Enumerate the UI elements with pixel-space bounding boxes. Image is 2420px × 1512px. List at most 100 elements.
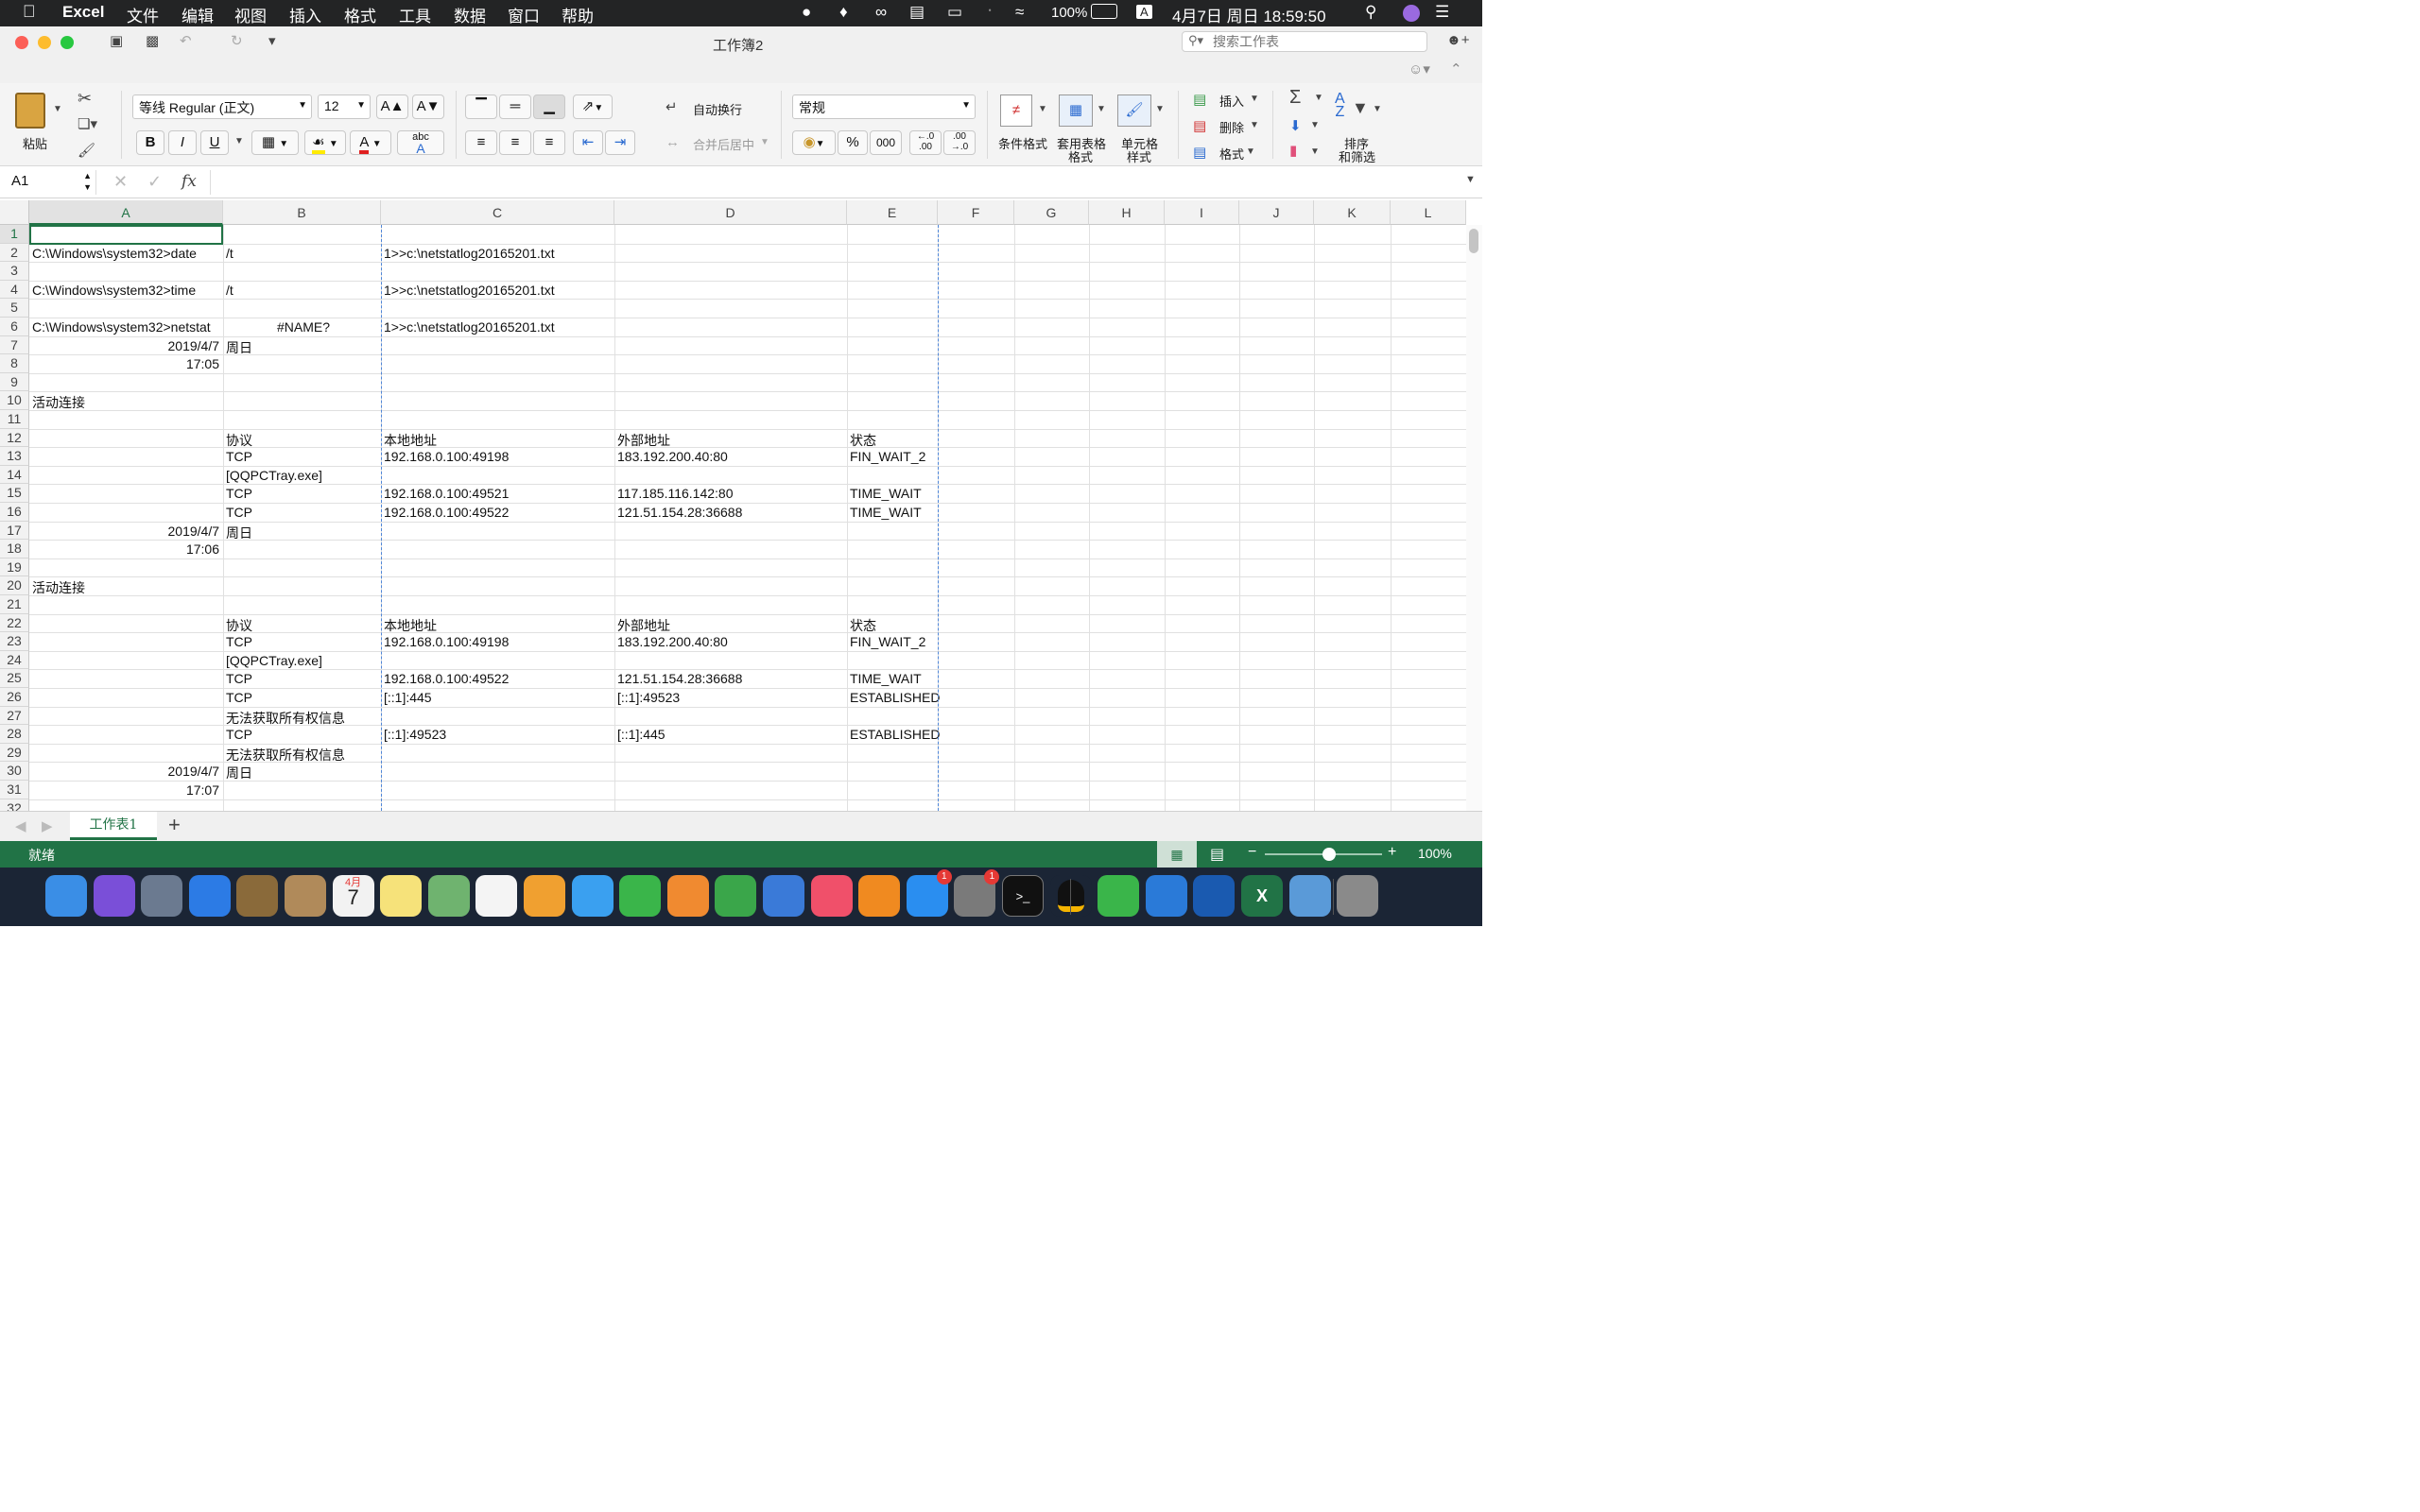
sort-dropdown-icon[interactable]: ▼ <box>1373 104 1382 114</box>
vertical-scrollbar[interactable] <box>1466 225 1482 811</box>
copy-icon[interactable]: ❏▾ <box>78 115 97 132</box>
markdown-icon[interactable] <box>1145 875 1187 917</box>
table-format-icon[interactable]: ▦ <box>1059 94 1093 127</box>
maps-icon[interactable] <box>427 875 470 917</box>
cell-c4[interactable]: 1>>c:\netstatlog20165201.txt <box>381 283 614 301</box>
cell-e13[interactable]: FIN_WAIT_2 <box>847 449 938 468</box>
cell-b30[interactable]: 周日 <box>223 764 381 782</box>
cell-a4[interactable]: C:\Windows\system32>time <box>29 283 223 301</box>
format-dropdown-icon[interactable]: ▼ <box>1246 146 1255 157</box>
autosum-dropdown-icon[interactable]: ▼ <box>1314 93 1323 103</box>
search-sheet-box[interactable]: ⚲▾ <box>1182 31 1427 52</box>
row-header[interactable]: 13 <box>0 447 29 466</box>
row-header[interactable]: 25 <box>0 669 29 688</box>
row-header[interactable]: 16 <box>0 503 29 522</box>
row-header[interactable]: 9 <box>0 372 29 392</box>
column-header-j[interactable]: J <box>1239 200 1314 225</box>
menu-clock[interactable]: 4月7日 周日 18:59:50 <box>1172 3 1326 26</box>
feedback-smiley-icon[interactable]: ☺▾ <box>1409 60 1430 77</box>
facetime-icon[interactable] <box>619 875 662 917</box>
page-layout-icon[interactable]: ▤ <box>1210 845 1224 864</box>
tab-scroll-right-icon[interactable]: ▶ <box>42 817 53 834</box>
share-person-icon[interactable]: ☻+ <box>1446 32 1470 48</box>
cell-c23[interactable]: 192.168.0.100:49198 <box>381 634 614 653</box>
cell-b28[interactable]: TCP <box>223 727 381 746</box>
row-header[interactable]: 22 <box>0 613 29 633</box>
column-header-i[interactable]: I <box>1165 200 1239 225</box>
search-input[interactable] <box>1213 33 1421 50</box>
cell-e25[interactable]: TIME_WAIT <box>847 671 938 690</box>
cell-d22[interactable]: 外部地址 <box>614 616 847 635</box>
cell-c25[interactable]: 192.168.0.100:49522 <box>381 671 614 690</box>
numbers-icon[interactable] <box>715 875 757 917</box>
zoom-out-icon[interactable]: − <box>1248 844 1256 861</box>
formula-input[interactable] <box>210 170 1458 195</box>
accounting-format-button[interactable]: ◉▼ <box>792 130 836 155</box>
keynote-icon[interactable] <box>763 875 804 917</box>
cell-e23[interactable]: FIN_WAIT_2 <box>847 634 938 653</box>
menu-item[interactable]: 工具 <box>399 3 431 26</box>
cell-d15[interactable]: 117.185.116.142:80 <box>614 486 847 505</box>
cell-d23[interactable]: 183.192.200.40:80 <box>614 634 847 653</box>
cell-e28[interactable]: ESTABLISHED <box>847 727 940 746</box>
cell-b12[interactable]: 协议 <box>223 431 381 450</box>
paste-label[interactable]: 粘贴 <box>23 134 47 152</box>
minimize-window-button[interactable] <box>38 36 51 49</box>
underline-dropdown-icon[interactable]: ▼ <box>234 136 244 146</box>
row-header[interactable]: 1 <box>0 225 29 244</box>
expand-formula-icon[interactable]: ▼ <box>1465 174 1476 185</box>
cell-b26[interactable]: TCP <box>223 690 381 709</box>
active-cell-a1[interactable] <box>29 225 223 245</box>
row-header[interactable]: 32 <box>0 799 29 811</box>
merge-dropdown-icon[interactable]: ▼ <box>760 137 769 147</box>
cell-c16[interactable]: 192.168.0.100:49522 <box>381 505 614 524</box>
row-header[interactable]: 12 <box>0 428 29 448</box>
cell-style-icon[interactable]: 🖌 <box>1117 94 1151 127</box>
cell-e15[interactable]: TIME_WAIT <box>847 486 938 505</box>
zoom-in-icon[interactable]: + <box>1388 844 1396 861</box>
bold-button[interactable]: B <box>136 130 164 155</box>
notes-icon[interactable] <box>380 875 423 917</box>
redo-icon[interactable]: ↻ <box>231 32 243 49</box>
cell-a10[interactable]: 活动连接 <box>29 393 223 412</box>
row-header[interactable]: 7 <box>0 335 29 355</box>
wechat-icon[interactable] <box>1098 875 1140 917</box>
align-left-button[interactable]: ≡ <box>465 130 497 155</box>
row-header[interactable]: 23 <box>0 632 29 651</box>
tab-sheet1[interactable]: 工作表1 <box>70 812 157 840</box>
cell-e26[interactable]: ESTABLISHED <box>847 690 940 709</box>
finder-icon[interactable] <box>45 875 87 917</box>
sidebar-toggle-icon[interactable]: ▣ <box>110 32 123 49</box>
preview-icon[interactable] <box>236 875 279 917</box>
cell-e16[interactable]: TIME_WAIT <box>847 505 938 524</box>
paste-dropdown-icon[interactable]: ▼ <box>53 104 62 114</box>
fill-color-button[interactable]: ☙ ▼ <box>304 130 346 155</box>
cell-c2[interactable]: 1>>c:\netstatlog20165201.txt <box>381 246 614 265</box>
row-header[interactable]: 15 <box>0 484 29 503</box>
downloads-icon[interactable] <box>1288 875 1331 917</box>
phonetic-button[interactable]: abc A <box>397 130 444 155</box>
cell-a30[interactable]: 2019/4/7 <box>29 764 223 782</box>
sort-label-2[interactable]: 和筛选 <box>1339 147 1375 165</box>
airplay-icon[interactable]: ▭ <box>947 3 962 22</box>
siri-icon[interactable] <box>93 875 135 917</box>
table-format-dropdown-icon[interactable]: ▼ <box>1097 104 1106 114</box>
cell-style-label-2[interactable]: 样式 <box>1127 147 1151 165</box>
align-right-button[interactable]: ≡ <box>533 130 565 155</box>
menu-extra-icon[interactable]: ▤ <box>909 3 925 22</box>
cell-b17[interactable]: 周日 <box>223 524 381 542</box>
pages-icon[interactable] <box>666 875 709 917</box>
delete-cells-icon[interactable]: ▤ <box>1193 117 1206 134</box>
column-header-a[interactable]: A <box>29 200 223 225</box>
apple-icon[interactable]:  <box>23 2 36 22</box>
row-header[interactable]: 2 <box>0 243 29 263</box>
cell-a18[interactable]: 17:06 <box>29 541 223 560</box>
font-color-button[interactable]: A ▼ <box>350 130 391 155</box>
worksheet-grid[interactable]: ABCDEFGHIJKL 1 2 3 4 5 6 7 8 9 10 11 12 13 14 15 16 17 18… <box>0 200 1482 811</box>
cell-b6[interactable]: #NAME? <box>223 319 381 338</box>
column-header-l[interactable]: L <box>1391 200 1466 225</box>
insert-cells-label[interactable]: 插入 <box>1219 92 1244 110</box>
cell-b24[interactable]: [QQPCTray.exe] <box>223 653 381 672</box>
insert-function-icon[interactable]: fx <box>182 172 197 191</box>
increase-font-button[interactable]: A▲ <box>376 94 408 119</box>
